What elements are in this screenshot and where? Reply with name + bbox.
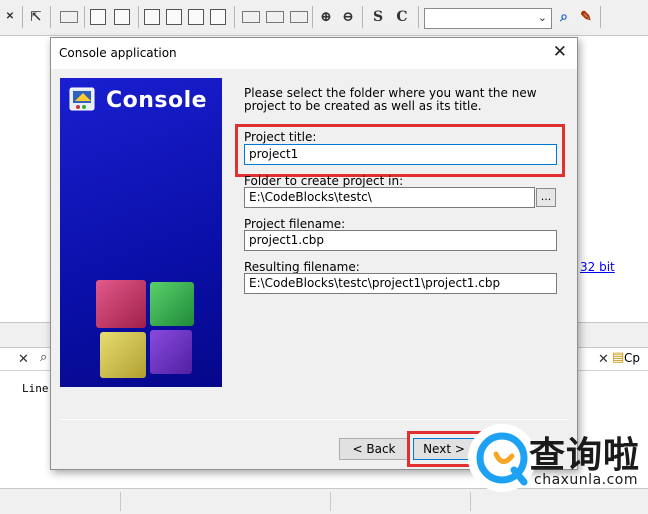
close-icon[interactable]: ✕ [18,352,29,367]
toolbar-separator [50,6,51,28]
zoom-out-icon[interactable]: ⊖ [340,9,356,25]
zoom-in-icon[interactable]: ⊕ [318,9,334,25]
dialog-titlebar: Console application ✕ [51,38,577,69]
toolbar-separator [418,6,419,28]
note-icon: ▤ [612,350,625,365]
toolbar-separator [600,6,601,28]
toolbar-separator [84,6,85,28]
codeblocks-cube-icon [96,280,194,378]
project-title-input[interactable]: project1 [244,144,557,165]
status-cell [120,492,121,511]
block-icon[interactable] [144,9,160,25]
console-application-dialog: Console application ✕ Console Please sel… [50,37,578,470]
instruction-text: Please select the folder where you want … [244,86,537,113]
watermark-q-icon [476,432,528,486]
watermark-text: 查询啦 [529,435,641,476]
shape-icon[interactable] [242,11,260,23]
project-filename-label: Project filename: [244,217,346,231]
watermark-logo [468,424,536,492]
wizard-banner: Console [60,78,222,387]
pointer-icon[interactable]: ⇱ [28,9,44,25]
close-icon[interactable]: ✕ [553,42,567,62]
shape-icon[interactable] [266,11,284,23]
dialog-divider [60,419,568,420]
project-filename-input[interactable]: project1.cbp [244,230,557,251]
browse-button[interactable]: ... [536,188,556,207]
block-icon[interactable] [188,9,204,25]
resulting-filename-field: E:\CodeBlocks\testc\project1\project1.cb… [244,273,557,294]
folder-input[interactable]: E:\CodeBlocks\testc\ [244,187,535,208]
text-box-icon[interactable] [114,9,130,25]
ide-link[interactable]: 32 bit [580,260,615,274]
search-icon[interactable]: ⌕ [40,350,47,365]
status-cell [470,492,471,511]
back-button[interactable]: < Back [339,438,409,460]
ide-toolbar: ✕ ⇱ ⊕ ⊖ S C ⌄ ⌕ ✎ [0,0,648,36]
toolbar-arrow-icon[interactable]: ✕ [2,9,18,25]
toolbar-separator [22,6,23,28]
rectangle-icon[interactable] [60,11,78,23]
log-text: Line [22,382,49,395]
next-button[interactable]: Next > [413,438,475,460]
image-icon[interactable] [90,9,106,25]
chevron-down-icon: ⌄ [537,11,547,24]
shape-icon[interactable] [290,11,308,23]
s-icon[interactable]: S [370,9,386,25]
close-icon[interactable]: ✕ [598,352,609,367]
folder-label: Folder to create project in: [244,174,404,188]
banner-title: Console [106,88,208,113]
dialog-title: Console application [59,46,177,60]
watermark-url: chaxunla.com [534,472,638,488]
project-title-label: Project title: [244,130,317,144]
tools-icon[interactable]: ✎ [578,9,594,25]
resulting-filename-label: Resulting filename: [244,260,360,274]
panel-tab-label[interactable]: Cp [624,351,640,365]
console-logo-icon [69,87,95,111]
toolbar-combo[interactable]: ⌄ [424,8,552,29]
block-icon[interactable] [166,9,182,25]
toolbar-separator [362,6,363,28]
search-icon[interactable]: ⌕ [556,9,572,25]
status-cell [330,492,331,511]
block-icon[interactable] [210,9,226,25]
c-icon[interactable]: C [394,9,410,25]
status-bar [0,488,648,514]
toolbar-separator [234,6,235,28]
toolbar-separator [138,6,139,28]
toolbar-separator [312,6,313,28]
